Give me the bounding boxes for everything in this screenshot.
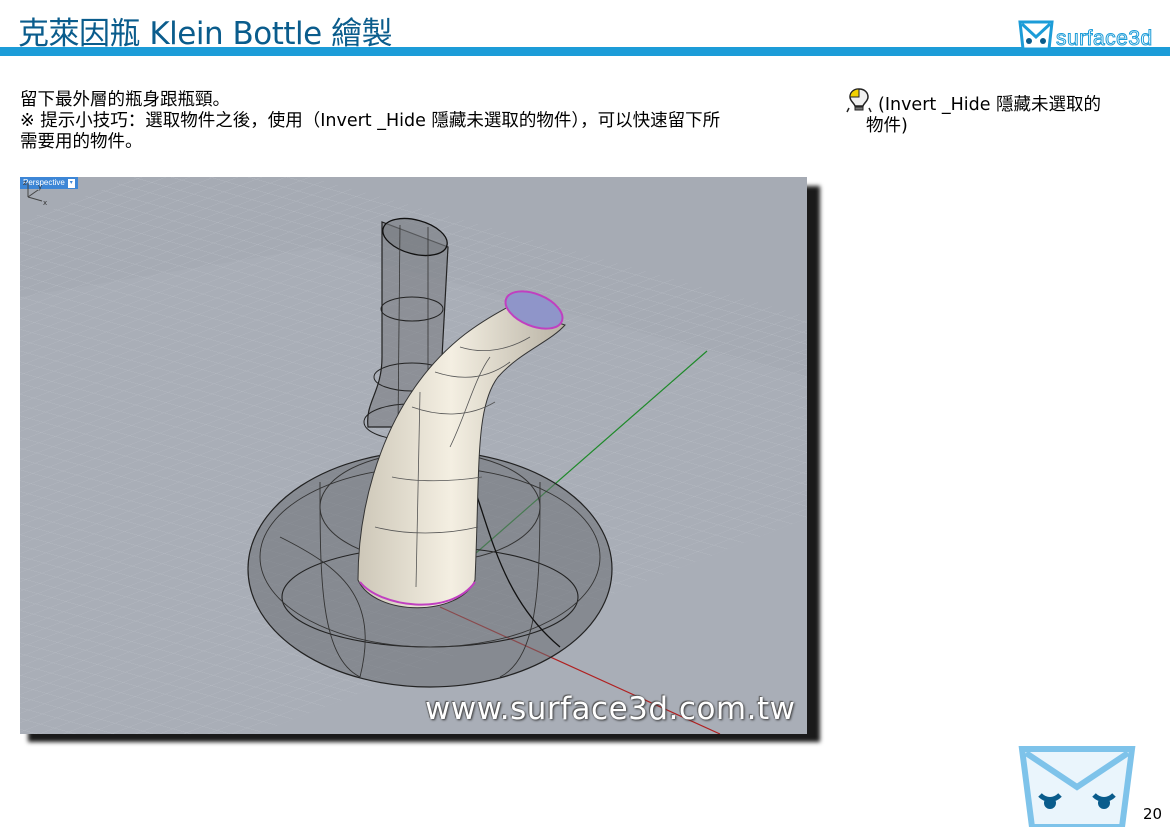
instruction-line: 需要用的物件。 xyxy=(20,132,143,152)
instruction-text: 留下最外層的瓶身跟瓶頸。 ※ 提示小技巧：選取物件之後，使用（Invert _H… xyxy=(20,90,820,153)
tip-text: (Invert _Hide 隱藏未選取的 xyxy=(878,95,1102,115)
tip-text: 物件) xyxy=(866,116,908,136)
invert-hide-lightbulb-icon[interactable] xyxy=(846,86,872,114)
axis-x-label: x xyxy=(43,199,47,205)
axis-y-label: y xyxy=(38,183,42,191)
surface3d-mascot-icon xyxy=(1018,746,1136,827)
axis-z-label: z xyxy=(23,179,27,187)
mascot-logo-icon xyxy=(1018,20,1054,51)
world-axis-icon: z y x xyxy=(23,179,47,205)
header-bar xyxy=(0,47,1170,56)
logo-text: surface3d xyxy=(1056,27,1153,51)
perspective-viewport[interactable]: Perspective ▾ z y x www.surface3d.com.tw xyxy=(20,177,807,734)
instruction-line: ※ 提示小技巧：選取物件之後，使用（Invert _Hide 隱藏未選取的物件）… xyxy=(20,111,721,131)
watermark-text: www.surface3d.com.tw xyxy=(425,691,796,727)
viewport-menu-arrow-icon[interactable]: ▾ xyxy=(67,178,75,188)
page-number: 20 xyxy=(1143,805,1163,823)
viewport-scene xyxy=(20,177,807,734)
surface3d-logo: surface3d xyxy=(1018,17,1158,51)
instruction-line: 留下最外層的瓶身跟瓶頸。 xyxy=(20,90,230,110)
